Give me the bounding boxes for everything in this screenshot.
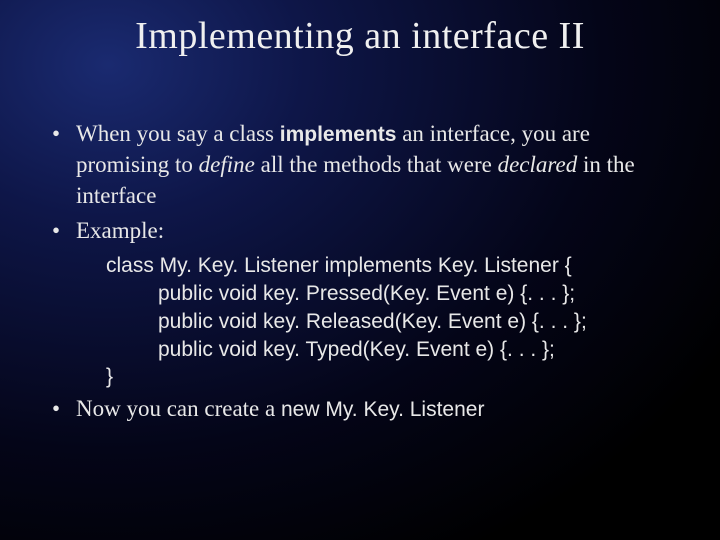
text: all the methods that were (255, 152, 498, 177)
keyword-implements-code: implements (325, 254, 432, 277)
text: When you say a class (76, 121, 280, 146)
code-line-5: } (106, 363, 672, 391)
text: Now you can create a (76, 396, 281, 421)
text: class My. Key. Listener (106, 254, 325, 277)
bullet-list-2: Now you can create a new My. Key. Listen… (48, 393, 672, 424)
keyword-define: define (199, 152, 255, 177)
text: Example: (76, 218, 164, 243)
text: Key. Listener { (432, 254, 572, 277)
bullet-item-1: When you say a class implements an inter… (48, 118, 672, 211)
bullet-list: When you say a class implements an inter… (48, 118, 672, 246)
slide-body: When you say a class implements an inter… (0, 58, 720, 424)
code-line-3: public void key. Released(Key. Event e) … (106, 308, 672, 336)
code-line-1: class My. Key. Listener implements Key. … (106, 252, 672, 280)
code-block: class My. Key. Listener implements Key. … (48, 252, 672, 391)
code-line-4: public void key. Typed(Key. Event e) {. … (106, 336, 672, 364)
slide-title: Implementing an interface II (0, 0, 720, 58)
slide: Implementing an interface II When you sa… (0, 0, 720, 540)
keyword-implements: implements (280, 123, 397, 146)
code-line-2: public void key. Pressed(Key. Event e) {… (106, 280, 672, 308)
bullet-item-2: Example: (48, 215, 672, 246)
bullet-item-3: Now you can create a new My. Key. Listen… (48, 393, 672, 424)
keyword-new: new My. Key. Listener (281, 398, 484, 421)
keyword-declared: declared (498, 152, 578, 177)
